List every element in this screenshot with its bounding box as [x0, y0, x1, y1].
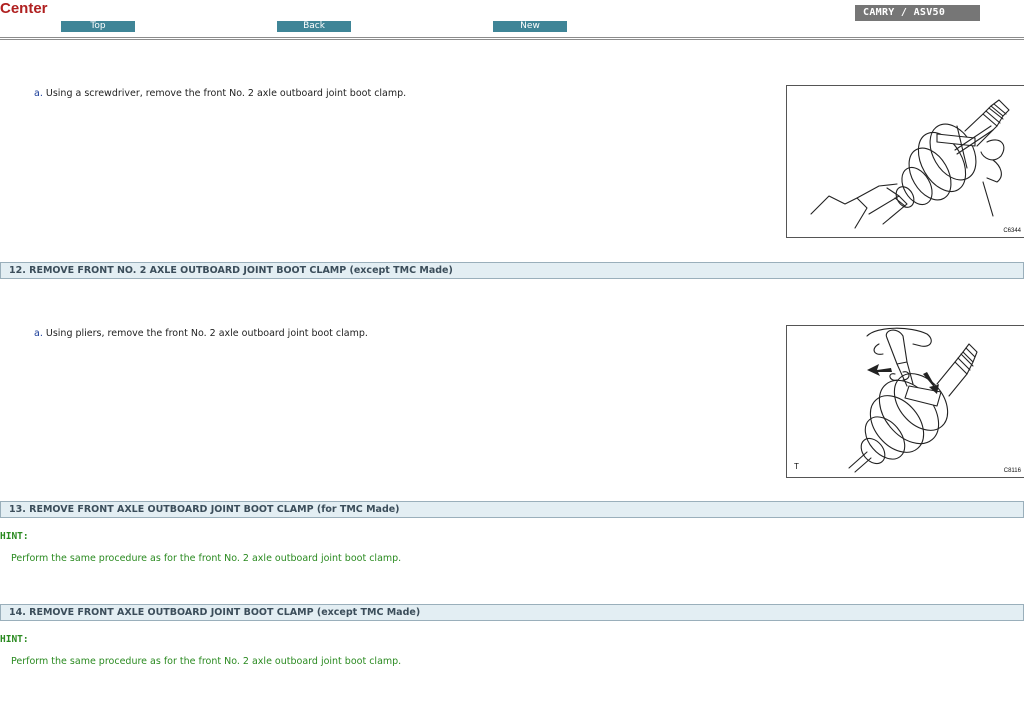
step-letter: a. — [34, 88, 43, 99]
section-13-heading: 13. REMOVE FRONT AXLE OUTBOARD JOINT BOO… — [0, 501, 1024, 518]
new-button[interactable]: New — [493, 21, 567, 32]
figure-code: C6344 — [1003, 228, 1021, 234]
page-title: Center — [0, 0, 48, 17]
step-text: Using a screwdriver, remove the front No… — [45, 88, 407, 99]
boot-clamp-screwdriver-illustration — [810, 99, 1010, 229]
figure-screwdriver-boot-clamp: C6344 — [786, 85, 1024, 238]
boot-clamp-pliers-illustration — [848, 327, 978, 473]
hint-label: HINT: — [0, 531, 29, 542]
vehicle-model-badge: CAMRY / ASV50 — [855, 5, 980, 21]
figure-pliers-boot-clamp: T C8116 — [786, 325, 1024, 478]
header-divider — [0, 37, 1024, 40]
section-14-heading: 14. REMOVE FRONT AXLE OUTBOARD JOINT BOO… — [0, 604, 1024, 621]
back-button[interactable]: Back — [277, 21, 351, 32]
hint-text: Perform the same procedure as for the fr… — [11, 656, 402, 667]
step-text: Using pliers, remove the front No. 2 axl… — [45, 328, 368, 339]
section-12-heading: 12. REMOVE FRONT NO. 2 AXLE OUTBOARD JOI… — [0, 262, 1024, 279]
hint-label: HINT: — [0, 634, 29, 645]
step-letter: a. — [34, 328, 43, 339]
step-11a: a. Using a screwdriver, remove the front… — [34, 88, 406, 99]
step-12a: a. Using pliers, remove the front No. 2 … — [34, 328, 368, 339]
hint-text: Perform the same procedure as for the fr… — [11, 553, 402, 564]
figure-code: C8116 — [1003, 468, 1021, 474]
figure-mark: T — [794, 462, 799, 471]
top-button[interactable]: Top — [61, 21, 135, 32]
